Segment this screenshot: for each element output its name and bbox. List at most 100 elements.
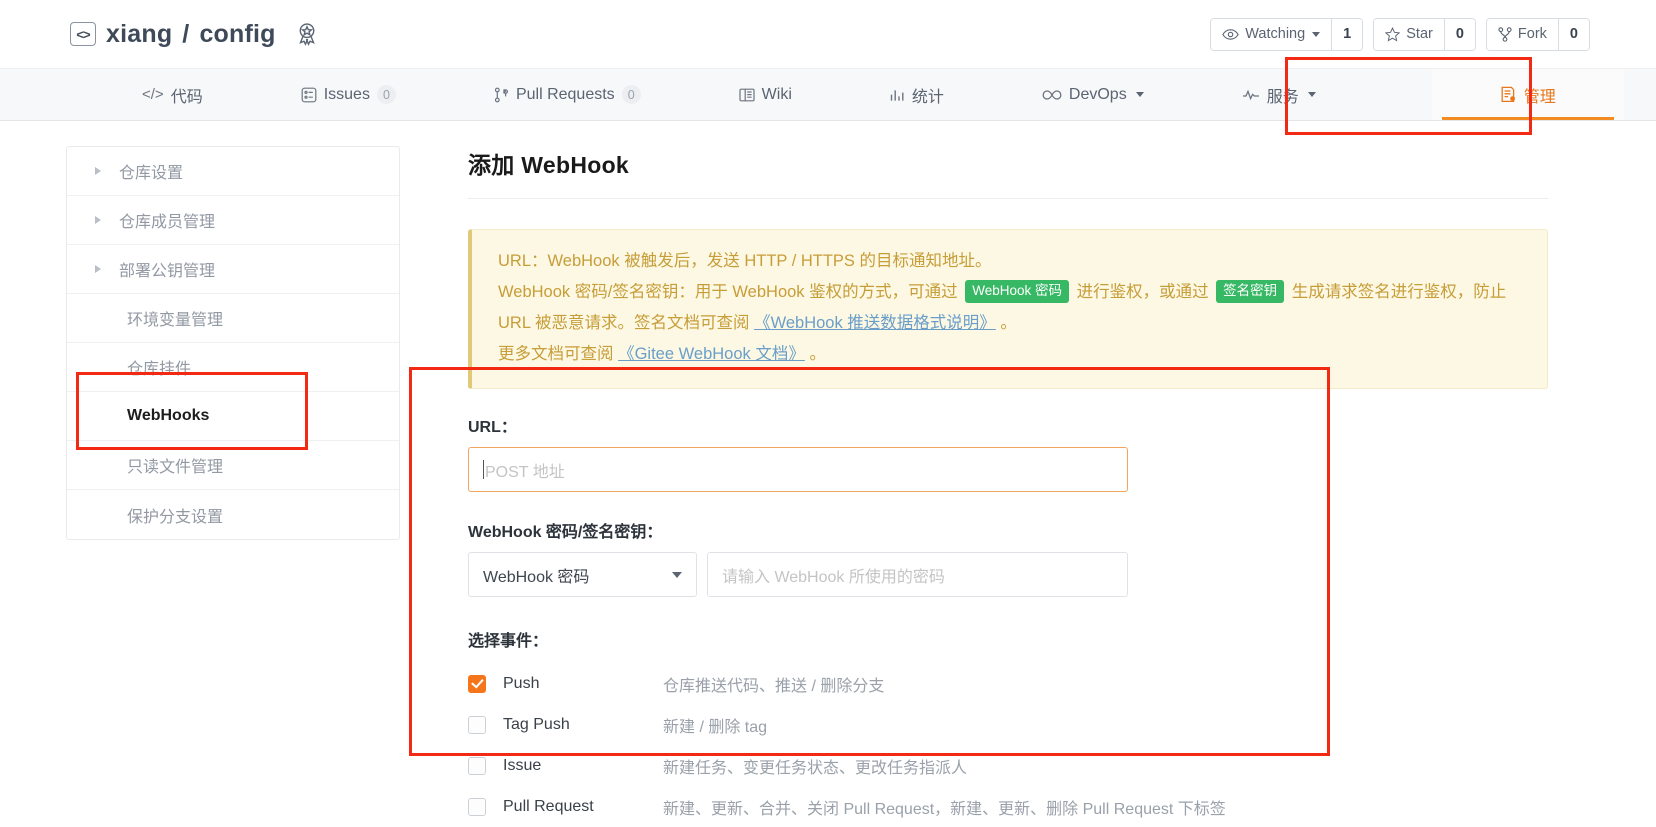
header-actions: Watching 1 Star 0 Fork 0 [1210,17,1590,51]
code-brackets-icon: </> [142,86,164,103]
sidebar-item-label: 部署公钥管理 [119,263,216,280]
notice-line-2-part-d: 。 [995,314,1017,332]
pull-request-icon [494,87,509,103]
event-name-issue: Issue [503,756,542,774]
watch-label: Watching [1245,26,1306,42]
checkbox-push[interactable] [468,674,486,693]
event-name-push: Push [503,674,540,692]
link-webhook-payload-doc[interactable]: 《WebHook 推送数据格式说明》 [754,314,996,332]
repo-header: <> xiang / config Watching 1 Star 0 Fork… [0,0,1656,68]
fork-button-group[interactable]: Fork 0 [1485,17,1590,51]
repo-name-separator: / [182,19,190,48]
sidebar-item-label: 仓库设置 [119,165,184,182]
url-label: URL： [468,419,517,436]
tab-issues[interactable]: Issues 0 [271,69,426,120]
sidebar-item-repo-settings[interactable]: 仓库设置 [67,147,399,196]
sidebar-item-label: 环境变量管理 [127,312,224,329]
bar-chart-icon [890,88,905,102]
event-desc-issue: 新建任务、变更任务状态、更改任务指派人 [663,759,968,777]
notice-line-3: 更多文档可查阅 《Gitee WebHook 文档》 。 [498,339,1525,370]
event-row-push[interactable]: Push 仓库推送代码、推送 / 删除分支 [468,663,1548,704]
url-input[interactable]: POST 地址 [468,447,1128,492]
tab-issues-count: 0 [376,85,396,104]
tab-statistics[interactable]: 统计 [860,69,974,120]
chevron-down-icon [1135,92,1144,97]
infinity-icon [1042,89,1062,101]
title-divider [468,198,1548,199]
page-body: 仓库设置 仓库成员管理 部署公钥管理 环境变量管理 仓库挂件 WebHooks … [0,121,1656,827]
sidebar-item-label: WebHooks [127,407,210,424]
webhook-form: URL： POST 地址 WebHook 密码/签名密钥： WebHook 密码… [468,389,1548,827]
tab-pull-requests[interactable]: Pull Requests 0 [464,69,671,120]
checkbox-issue[interactable] [468,756,486,775]
watch-button[interactable]: Watching [1211,18,1332,50]
tab-services[interactable]: 服务 [1212,69,1346,120]
tab-pull-requests-count: 0 [621,85,641,104]
webhook-info-notice: URL：WebHook 被触发后，发送 HTTP / HTTPS 的目标通知地址… [468,229,1548,389]
notice-line-2-part-a: WebHook 密码/签名密钥：用于 WebHook 鉴权的方式，可通过 [498,283,963,301]
book-icon [739,88,755,102]
settings-sidebar: 仓库设置 仓库成员管理 部署公钥管理 环境变量管理 仓库挂件 WebHooks … [66,146,400,540]
checkbox-pull-request[interactable] [468,797,486,816]
repo-owner-name[interactable]: xiang [106,20,172,49]
checkbox-tag-push[interactable] [468,715,486,734]
event-row-tag-push[interactable]: Tag Push 新建 / 删除 tag [468,704,1548,745]
events-label: 选择事件： [468,633,549,650]
link-gitee-webhook-doc[interactable]: 《Gitee WebHook 文档》 [618,345,805,363]
secret-type-select[interactable]: WebHook 密码 [468,552,697,597]
star-button[interactable]: Star [1374,18,1444,50]
repo-nav-bar: </> 代码 Issues 0 Pull Requests 0 Wiki 统计 … [0,68,1656,121]
sidebar-item-env-variables[interactable]: 环境变量管理 [67,294,399,343]
secret-label: WebHook 密码/签名密钥： [468,524,663,541]
sidebar-item-label: 仓库成员管理 [119,214,216,231]
fork-button[interactable]: Fork [1486,18,1558,50]
chevron-down-icon [1312,31,1321,37]
award-badge-icon [294,21,320,47]
tab-services-label: 服务 [1266,88,1299,106]
event-row-pull-request[interactable]: Pull Request 新建、更新、合并、关闭 Pull Request，新建… [468,786,1548,827]
fork-count[interactable]: 0 [1557,18,1589,50]
sidebar-item-label: 保护分支设置 [127,508,224,526]
watch-count[interactable]: 1 [1331,18,1363,50]
tab-issues-label: Issues [323,85,370,103]
event-name-tag-push: Tag Push [503,715,570,733]
tab-code-label: 代码 [170,88,203,106]
sidebar-item-protected-branches[interactable]: 保护分支设置 [67,490,399,539]
tab-wiki-label: Wiki [761,85,792,103]
chip-signature-key: 签名密钥 [1216,280,1285,303]
event-desc-tag-push: 新建 / 删除 tag [663,718,768,736]
notice-line-2-part-b: 进行鉴权，或通过 [1072,283,1214,301]
tab-wiki[interactable]: Wiki [709,69,822,120]
event-row-issue[interactable]: Issue 新建任务、变更任务状态、更改任务指派人 [468,745,1548,786]
event-desc-push: 仓库推送代码、推送 / 删除分支 [663,677,885,695]
repo-project-name[interactable]: config [199,20,275,49]
chip-webhook-password: WebHook 密码 [965,280,1069,303]
eye-icon [1222,28,1240,40]
page-title: 添加 WebHook [468,152,630,178]
sidebar-item-widgets[interactable]: 仓库挂件 [67,343,399,392]
watch-button-group[interactable]: Watching 1 [1210,17,1364,51]
chevron-right-icon [95,265,101,273]
tab-code[interactable]: </> 代码 [112,69,233,120]
notice-line-1: URL：WebHook 被触发后，发送 HTTP / HTTPS 的目标通知地址… [498,252,992,270]
chevron-right-icon [95,167,101,175]
secret-value-input[interactable]: 请输入 WebHook 所使用的密码 [707,552,1128,597]
sidebar-item-webhooks[interactable]: WebHooks [67,392,399,441]
tab-pull-requests-label: Pull Requests [515,85,615,103]
star-count[interactable]: 0 [1443,18,1475,50]
sidebar-item-label: 仓库挂件 [127,361,192,378]
text-cursor [483,460,484,479]
sidebar-item-deploy-keys[interactable]: 部署公钥管理 [67,245,399,294]
repo-code-icon: <> [70,22,96,46]
chevron-down-icon [672,571,682,578]
sidebar-item-members[interactable]: 仓库成员管理 [67,196,399,245]
sidebar-item-readonly-files[interactable]: 只读文件管理 [67,441,399,490]
fork-label: Fork [1517,26,1547,42]
chevron-down-icon [1307,92,1316,97]
tab-manage[interactable]: 管理 [1431,69,1624,120]
tab-devops[interactable]: DevOps [1012,69,1174,120]
star-button-group[interactable]: Star 0 [1373,17,1476,51]
star-icon [1385,26,1401,42]
secret-type-value: WebHook 密码 [483,568,590,586]
repo-breadcrumb: <> xiang / config [70,20,320,49]
